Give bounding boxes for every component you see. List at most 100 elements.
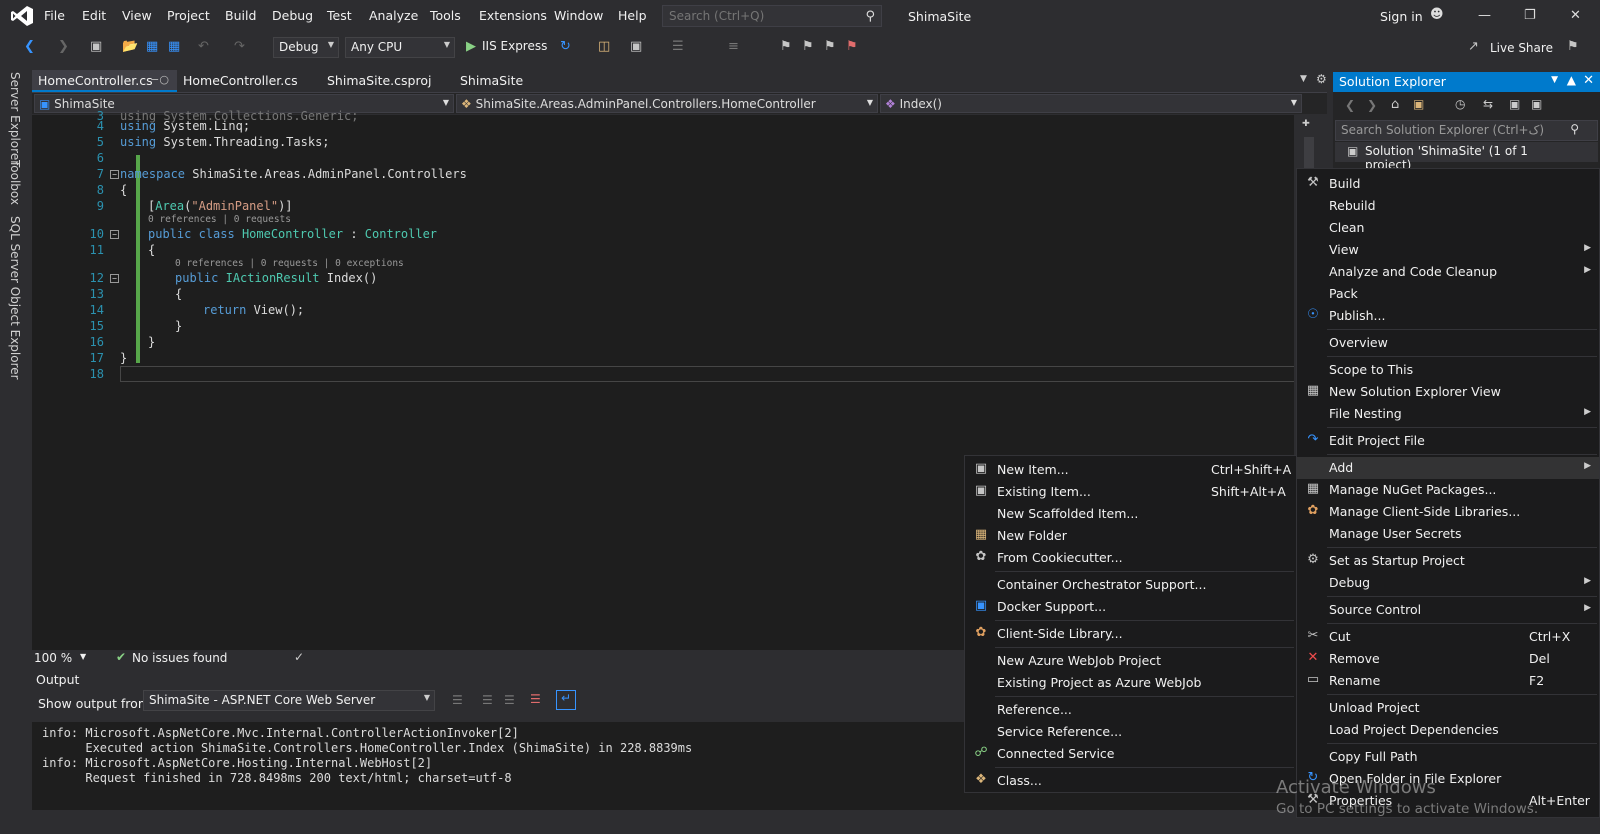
menu-clean[interactable]: Clean	[1297, 217, 1599, 239]
menu-new-folder[interactable]: ▦ New Folder	[965, 525, 1296, 547]
collapse-icon[interactable]: −	[110, 230, 119, 239]
bookmark-icon[interactable]: ⚑	[780, 39, 792, 54]
menu-extensions[interactable]: Extensions	[479, 8, 547, 23]
split-icon[interactable]: ✚	[1302, 115, 1310, 130]
pin-icon[interactable]: ▲	[1567, 73, 1576, 87]
configuration-select[interactable]: Debug ▼	[273, 37, 339, 58]
sync-icon[interactable]: ⇆	[1483, 97, 1493, 111]
chevron-down-icon[interactable]: ▼	[80, 652, 86, 661]
menu-existing-azure-webjob[interactable]: Existing Project as Azure WebJob	[965, 672, 1296, 694]
quick-search[interactable]: ⚲	[662, 5, 882, 27]
tab-homecontroller[interactable]: HomeController.cs	[177, 70, 317, 92]
open-file-icon[interactable]: 📂	[122, 39, 138, 54]
undo-icon[interactable]: ↶	[198, 39, 209, 54]
zoom-level[interactable]: 100 %	[34, 651, 72, 665]
step-icon[interactable]: ☰	[672, 39, 684, 54]
tab-shimasite[interactable]: ShimaSite	[454, 70, 554, 92]
menu-analyze-cleanup[interactable]: Analyze and Code Cleanup ▶	[1297, 261, 1599, 283]
platform-select[interactable]: Any CPU ▼	[345, 37, 455, 58]
sign-in-link[interactable]: Sign in	[1380, 9, 1423, 24]
menu-manage-client-libs[interactable]: ✿ Manage Client-Side Libraries...	[1297, 501, 1599, 523]
code-lens-method[interactable]: 0 references | 0 requests | 0 exceptions	[175, 258, 404, 269]
menu-rename[interactable]: ▭ Rename F2	[1297, 670, 1599, 692]
menu-class[interactable]: ❖ Class...	[965, 770, 1296, 792]
menu-manage-user-secrets[interactable]: Manage User Secrets	[1297, 523, 1599, 545]
member-combo[interactable]: ❖ Index() ▼	[880, 94, 1302, 113]
tab-toolbox[interactable]: Toolbox	[8, 160, 22, 205]
tab-sql-server-object-explorer[interactable]: SQL Server Object Explorer	[8, 216, 22, 380]
menu-client-side-library[interactable]: ✿ Client-Side Library...	[965, 623, 1296, 645]
run-target-button[interactable]: IIS Express	[482, 39, 547, 53]
gear-icon[interactable]: ⚙	[1316, 72, 1327, 86]
menu-scope-to-this[interactable]: Scope to This	[1297, 359, 1599, 381]
play-icon[interactable]: ▶	[466, 39, 476, 54]
indent-icon[interactable]: ≡	[728, 39, 739, 54]
goto-location-icon[interactable]: ☰	[452, 693, 463, 707]
menu-new-scaffolded-item[interactable]: New Scaffolded Item...	[965, 503, 1296, 525]
menu-file-nesting[interactable]: File Nesting ▶	[1297, 403, 1599, 425]
pending-changes-icon[interactable]: ◷	[1455, 97, 1465, 111]
menu-cut[interactable]: ✂ Cut Ctrl+X	[1297, 626, 1599, 648]
save-icon[interactable]: ▦	[146, 39, 158, 54]
menu-new-item[interactable]: ▣ New Item... Ctrl+Shift+A	[965, 459, 1296, 481]
menu-project[interactable]: Project	[167, 8, 210, 23]
quick-search-input[interactable]	[663, 6, 853, 26]
menu-new-se-view[interactable]: ▦ New Solution Explorer View	[1297, 381, 1599, 403]
menu-source-control[interactable]: Source Control ▶	[1297, 599, 1599, 621]
issues-status[interactable]: No issues found	[132, 651, 227, 665]
restore-icon[interactable]: ❐	[1524, 8, 1536, 23]
tab-homecontroller-active[interactable]: HomeController.cs −○	[32, 70, 177, 92]
menu-container-orchestrator[interactable]: Container Orchestrator Support...	[965, 574, 1296, 596]
menu-manage-nuget[interactable]: ▦ Manage NuGet Packages...	[1297, 479, 1599, 501]
new-project-icon[interactable]: ▣	[90, 39, 102, 54]
back-icon[interactable]: ❮	[1345, 98, 1355, 112]
menu-window[interactable]: Window	[554, 8, 603, 23]
next-bookmark-icon[interactable]: ⚑	[824, 39, 836, 54]
menu-pack[interactable]: Pack	[1297, 283, 1599, 305]
forward-icon[interactable]: ❯	[1367, 98, 1377, 112]
menu-file[interactable]: File	[44, 8, 65, 23]
menu-unload-project[interactable]: Unload Project	[1297, 697, 1599, 719]
menu-reference[interactable]: Reference...	[965, 699, 1296, 721]
tab-csproj[interactable]: ShimaSite.csproj	[321, 70, 451, 92]
menu-remove[interactable]: ✕ Remove Del	[1297, 648, 1599, 670]
tab-server-explorer[interactable]: Server Explorer	[8, 72, 22, 165]
code-lens-class[interactable]: 0 references | 0 requests	[148, 214, 291, 225]
menu-overview[interactable]: Overview	[1297, 332, 1599, 354]
menu-load-dependencies[interactable]: Load Project Dependencies	[1297, 719, 1599, 741]
prev-message-icon[interactable]: ☰	[482, 693, 493, 707]
menu-view[interactable]: View	[122, 8, 152, 23]
menu-connected-service[interactable]: ☍ Connected Service	[965, 743, 1296, 765]
menu-docker-support[interactable]: ▣ Docker Support...	[965, 596, 1296, 618]
menu-tools[interactable]: Tools	[430, 8, 461, 23]
prev-bookmark-icon[interactable]: ⚑	[802, 39, 814, 54]
live-share-button[interactable]: Live Share	[1490, 41, 1553, 55]
minimize-icon[interactable]: —	[1478, 8, 1491, 23]
menu-view[interactable]: View ▶	[1297, 239, 1599, 261]
word-wrap-icon[interactable]: ↵	[556, 690, 576, 710]
save-all-icon[interactable]: ▦	[168, 39, 180, 54]
menu-set-startup[interactable]: ⚙ Set as Startup Project	[1297, 550, 1599, 572]
back-icon[interactable]: ❮	[24, 39, 35, 54]
tab-list-icon[interactable]: ▼	[1300, 74, 1307, 84]
clear-bookmarks-icon[interactable]: ⚑	[846, 39, 858, 54]
screenshot-icon[interactable]: ▣	[630, 39, 642, 54]
forward-icon[interactable]: ❯	[58, 39, 69, 54]
redo-icon[interactable]: ↷	[234, 39, 245, 54]
menu-from-cookiecutter[interactable]: ✿ From Cookiecutter...	[965, 547, 1296, 569]
share-icon[interactable]: ↗	[1468, 39, 1479, 54]
menu-new-azure-webjob[interactable]: New Azure WebJob Project	[965, 650, 1296, 672]
chevron-down-icon[interactable]: ▼	[1551, 75, 1558, 85]
solution-search-input[interactable]: Search Solution Explorer (Ctrl+ک) ⚲	[1335, 120, 1598, 141]
menu-edit-project-file[interactable]: ↷ Edit Project File	[1297, 430, 1599, 452]
menu-service-reference[interactable]: Service Reference...	[965, 721, 1296, 743]
class-combo[interactable]: ❖ ShimaSite.Areas.AdminPanel.Controllers…	[456, 94, 878, 113]
menu-add[interactable]: Add ▶	[1297, 457, 1599, 479]
close-icon[interactable]: ✕	[1570, 8, 1581, 23]
close-icon[interactable]: ✕	[1583, 73, 1594, 88]
menu-publish[interactable]: ☉ Publish...	[1297, 305, 1599, 327]
menu-existing-item[interactable]: ▣ Existing Item... Shift+Alt+A	[965, 481, 1296, 503]
pin-icon[interactable]: −○	[150, 73, 169, 86]
browser-link-icon[interactable]: ◫	[598, 39, 610, 54]
menu-copy-full-path[interactable]: Copy Full Path	[1297, 746, 1599, 768]
